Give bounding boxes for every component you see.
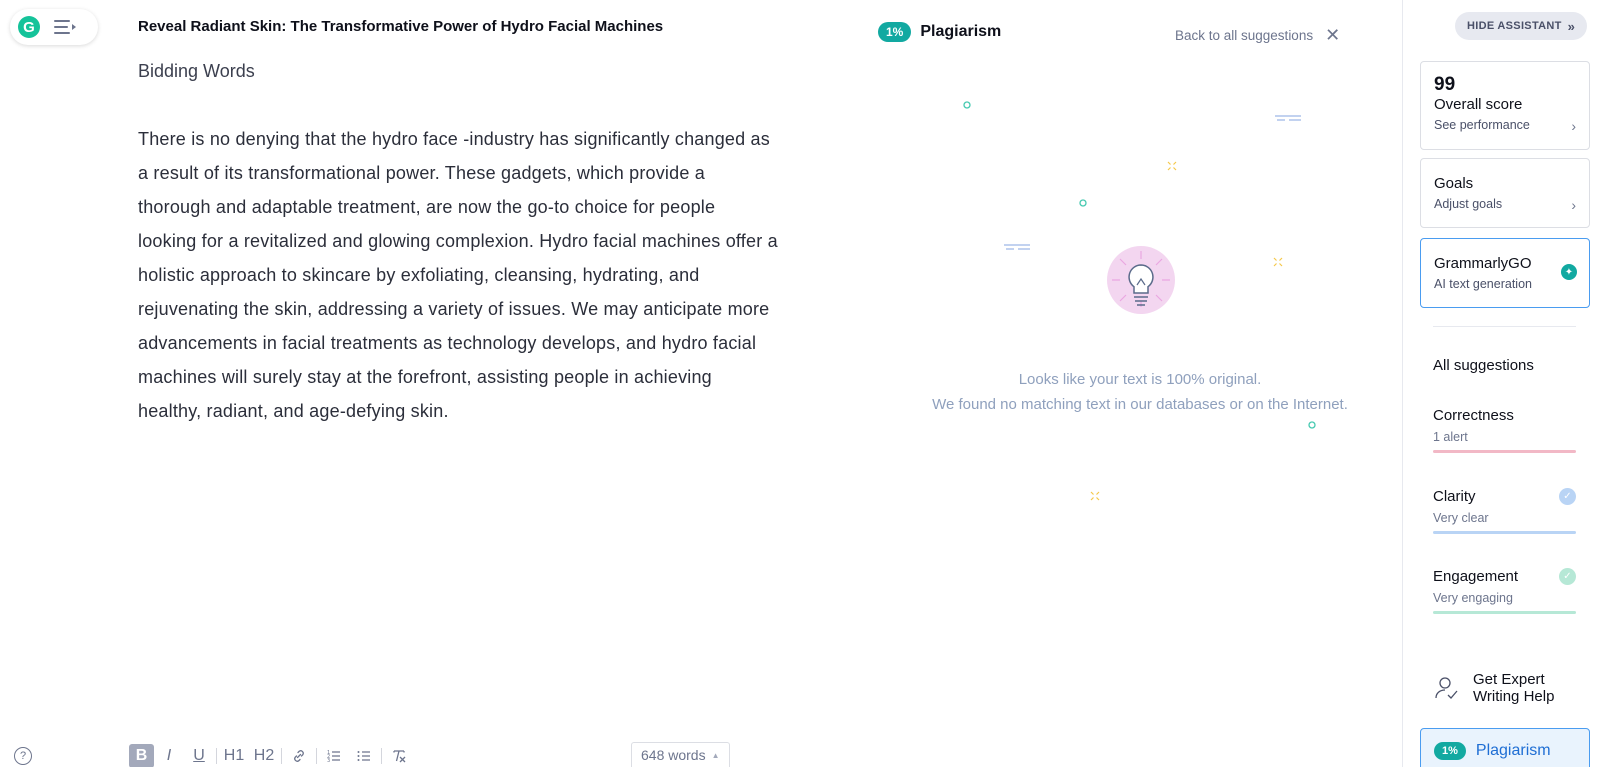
chevron-right-icon: › bbox=[1571, 197, 1576, 213]
document-heading[interactable]: Bidding Words bbox=[138, 61, 255, 82]
link-icon[interactable] bbox=[284, 744, 314, 767]
document-body[interactable]: There is no denying that the hydro face … bbox=[138, 122, 778, 428]
caret-up-icon: ▲ bbox=[711, 750, 720, 760]
bulleted-list-icon[interactable] bbox=[349, 744, 379, 767]
word-count-label: 648 words bbox=[641, 747, 706, 763]
logo-menu-pill[interactable]: G bbox=[10, 9, 98, 45]
grammarlygo-subtitle: AI text generation bbox=[1434, 277, 1532, 291]
goals-card[interactable]: Goals Adjust goals › bbox=[1420, 158, 1590, 228]
svg-text:3: 3 bbox=[327, 758, 330, 764]
expert-help-label: Get Expert Writing Help bbox=[1473, 671, 1555, 705]
dash-decoration-icon bbox=[1275, 115, 1301, 121]
original-message-line1: Looks like your text is 100% original. bbox=[1018, 371, 1262, 388]
clear-format-icon[interactable] bbox=[384, 744, 414, 767]
help-icon[interactable]: ? bbox=[14, 747, 32, 765]
category-clarity[interactable]: Clarity Very clear ✓ bbox=[1433, 488, 1576, 534]
toolbar-divider bbox=[316, 748, 317, 764]
hide-assistant-button[interactable]: HIDE ASSISTANT » bbox=[1455, 12, 1588, 40]
original-text-message: Looks like your text is 100% original. W… bbox=[900, 367, 1380, 417]
category-correctness[interactable]: Correctness 1 alert bbox=[1433, 407, 1576, 453]
toolbar-divider bbox=[216, 748, 217, 764]
plagiarism-title: Plagiarism bbox=[920, 23, 1002, 40]
check-icon: ✓ bbox=[1559, 488, 1576, 505]
goals-title: Goals bbox=[1434, 175, 1474, 192]
word-count-button[interactable]: 648 words ▲ bbox=[631, 742, 730, 767]
grammarlygo-title: GrammarlyGO bbox=[1434, 255, 1532, 272]
grammarlygo-bulb-icon: ✦ bbox=[1561, 264, 1577, 280]
back-to-suggestions-link[interactable]: Back to all suggestions ✕ bbox=[1175, 26, 1340, 44]
category-label: Clarity bbox=[1433, 488, 1476, 505]
toolbar-divider bbox=[281, 748, 282, 764]
plagiarism-percent-badge: 1% bbox=[878, 22, 912, 42]
expert-person-icon bbox=[1435, 677, 1458, 699]
plagiarism-card[interactable]: 1% Plagiarism bbox=[1420, 728, 1590, 767]
category-label: Correctness bbox=[1433, 407, 1514, 424]
double-chevron-right-icon: » bbox=[1567, 18, 1576, 34]
close-icon[interactable]: ✕ bbox=[1325, 26, 1340, 44]
plagiarism-card-label: Plagiarism bbox=[1475, 741, 1551, 759]
underline-button[interactable]: U bbox=[184, 744, 214, 767]
category-bar bbox=[1433, 450, 1576, 453]
sparkle-decoration-icon bbox=[1167, 161, 1177, 171]
assistant-sidebar: HIDE ASSISTANT » 99 Overall score See pe… bbox=[1402, 0, 1600, 767]
category-status: Very clear bbox=[1433, 511, 1489, 525]
expert-writing-help-button[interactable]: Get Expert Writing Help bbox=[1433, 671, 1573, 705]
heading2-button[interactable]: H2 bbox=[249, 744, 279, 767]
all-suggestions-tab[interactable]: All suggestions bbox=[1433, 357, 1576, 374]
lightbulb-icon bbox=[1107, 246, 1175, 314]
circle-decoration-icon bbox=[1079, 199, 1087, 207]
bold-button[interactable]: B bbox=[129, 744, 154, 767]
grammarlygo-card[interactable]: GrammarlyGO AI text generation ✦ bbox=[1420, 238, 1590, 308]
category-bar bbox=[1433, 611, 1576, 614]
check-icon: ✓ bbox=[1559, 568, 1576, 585]
category-bar bbox=[1433, 531, 1576, 534]
grammarly-editor: G Reveal Radiant Skin: The Transformativ… bbox=[0, 0, 1600, 767]
toolbar-divider bbox=[381, 748, 382, 764]
sidebar-divider bbox=[1433, 326, 1576, 327]
format-toolbar: ? B I U H1 H2 123 bbox=[14, 744, 414, 767]
category-engagement[interactable]: Engagement Very engaging ✓ bbox=[1433, 568, 1576, 614]
menu-icon[interactable] bbox=[54, 19, 76, 35]
dash-decoration-icon bbox=[1004, 244, 1030, 250]
document-title[interactable]: Reveal Radiant Skin: The Transformative … bbox=[138, 18, 663, 35]
plagiarism-badge: 1% bbox=[1434, 741, 1466, 760]
sparkle-decoration-icon bbox=[1273, 257, 1283, 267]
back-link-label: Back to all suggestions bbox=[1175, 27, 1314, 43]
original-message-line2: We found no matching text in our databas… bbox=[932, 396, 1348, 413]
overall-score-card[interactable]: 99 Overall score See performance › bbox=[1420, 61, 1590, 150]
heading1-button[interactable]: H1 bbox=[219, 744, 249, 767]
hide-assistant-label: HIDE ASSISTANT bbox=[1467, 20, 1562, 32]
grammarly-logo-icon: G bbox=[18, 16, 40, 38]
sparkle-decoration-icon bbox=[1090, 491, 1100, 501]
overall-score-title: Overall score bbox=[1434, 96, 1523, 113]
category-status: 1 alert bbox=[1433, 430, 1468, 444]
all-suggestions-label: All suggestions bbox=[1433, 357, 1534, 374]
category-status: Very engaging bbox=[1433, 591, 1513, 605]
overall-score-value: 99 bbox=[1434, 74, 1456, 95]
chevron-right-icon: › bbox=[1571, 118, 1576, 134]
circle-decoration-icon bbox=[963, 101, 971, 109]
category-label: Engagement bbox=[1433, 568, 1519, 585]
italic-button[interactable]: I bbox=[154, 744, 184, 767]
adjust-goals-link[interactable]: Adjust goals bbox=[1434, 197, 1502, 213]
see-performance-link[interactable]: See performance bbox=[1434, 118, 1530, 134]
circle-decoration-icon bbox=[1308, 421, 1316, 429]
plagiarism-header: 1% Plagiarism bbox=[878, 22, 1001, 42]
numbered-list-icon[interactable]: 123 bbox=[319, 744, 349, 767]
